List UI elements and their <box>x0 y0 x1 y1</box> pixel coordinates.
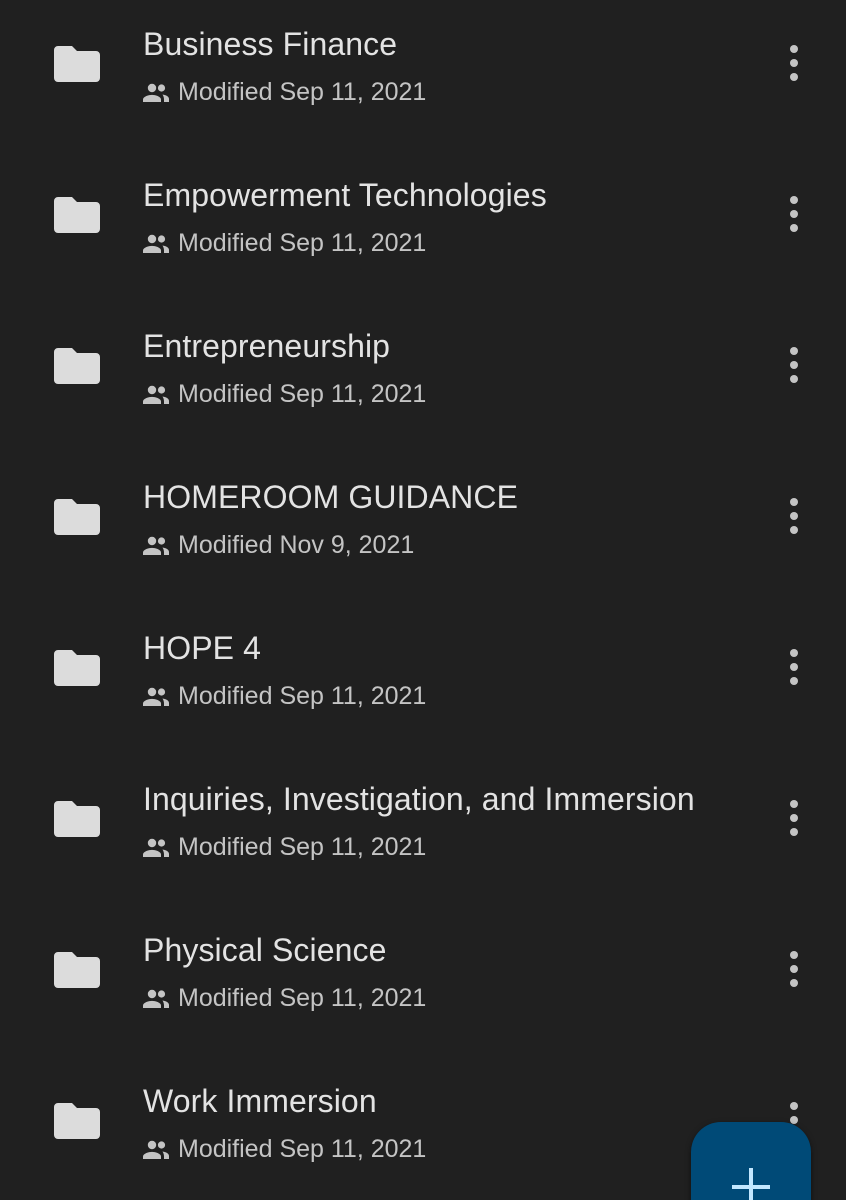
modified-text: Modified Sep 11, 2021 <box>178 682 427 710</box>
folder-title: Physical Science <box>143 932 387 968</box>
folder-icon <box>54 348 100 384</box>
more-vert-icon <box>790 649 798 685</box>
folder-row-business-finance[interactable]: Business Finance Modified Sep 11, 2021 <box>0 0 846 151</box>
folder-title: Empowerment Technologies <box>143 177 547 213</box>
folder-row-homeroom-guidance[interactable]: HOMEROOM GUIDANCE Modified Nov 9, 2021 <box>0 453 846 604</box>
folder-icon <box>54 197 100 233</box>
folder-title: HOPE 4 <box>143 630 261 666</box>
folder-modified: Modified Sep 11, 2021 <box>143 229 426 258</box>
shared-icon <box>143 989 169 1009</box>
folder-modified: Modified Sep 11, 2021 <box>143 833 426 862</box>
shared-icon <box>143 687 169 707</box>
modified-text: Modified Sep 11, 2021 <box>178 380 427 408</box>
modified-text: Modified Sep 11, 2021 <box>178 229 427 257</box>
more-vert-icon <box>790 45 798 81</box>
folder-row-empowerment-technologies[interactable]: Empowerment Technologies Modified Sep 11… <box>0 151 846 302</box>
more-vert-icon <box>790 951 798 987</box>
folder-row-entrepreneurship[interactable]: Entrepreneurship Modified Sep 11, 2021 <box>0 302 846 453</box>
folder-icon <box>54 952 100 988</box>
folder-icon <box>54 801 100 837</box>
modified-text: Modified Nov 9, 2021 <box>178 531 415 559</box>
folder-icon <box>54 1103 100 1139</box>
folder-modified: Modified Sep 11, 2021 <box>143 984 426 1013</box>
modified-text: Modified Sep 11, 2021 <box>178 1135 427 1163</box>
folder-icon <box>54 46 100 82</box>
more-options-button[interactable] <box>774 190 814 238</box>
more-vert-icon <box>790 347 798 383</box>
shared-icon <box>143 838 169 858</box>
shared-icon <box>143 1140 169 1160</box>
modified-text: Modified Sep 11, 2021 <box>178 833 427 861</box>
more-options-button[interactable] <box>774 945 814 993</box>
more-vert-icon <box>790 498 798 534</box>
shared-icon <box>143 536 169 556</box>
folder-title: HOMEROOM GUIDANCE <box>143 479 519 515</box>
more-options-button[interactable] <box>774 643 814 691</box>
folder-modified: Modified Sep 11, 2021 <box>143 1135 426 1164</box>
folder-row-hope-4[interactable]: HOPE 4 Modified Sep 11, 2021 <box>0 604 846 755</box>
modified-text: Modified Sep 11, 2021 <box>178 78 427 106</box>
shared-icon <box>143 385 169 405</box>
shared-icon <box>143 234 169 254</box>
new-item-fab-button[interactable] <box>691 1122 811 1200</box>
more-options-button[interactable] <box>774 492 814 540</box>
folder-icon <box>54 499 100 535</box>
folder-modified: Modified Sep 11, 2021 <box>143 682 426 711</box>
more-options-button[interactable] <box>774 794 814 842</box>
folder-row-inquiries-investigation-immersion[interactable]: Inquiries, Investigation, and Immersion … <box>0 755 846 906</box>
more-options-button[interactable] <box>774 39 814 87</box>
more-vert-icon <box>790 800 798 836</box>
folder-title: Inquiries, Investigation, and Immersion <box>143 781 695 817</box>
folder-title: Work Immersion <box>143 1083 377 1119</box>
folder-modified: Modified Sep 11, 2021 <box>143 78 426 107</box>
folder-icon <box>54 650 100 686</box>
more-options-button[interactable] <box>774 341 814 389</box>
folder-title: Business Finance <box>143 26 398 62</box>
folder-title: Entrepreneurship <box>143 328 391 364</box>
plus-icon <box>732 1168 770 1200</box>
modified-text: Modified Sep 11, 2021 <box>178 984 427 1012</box>
folder-modified: Modified Sep 11, 2021 <box>143 380 426 409</box>
folder-modified: Modified Nov 9, 2021 <box>143 531 414 560</box>
folder-row-physical-science[interactable]: Physical Science Modified Sep 11, 2021 <box>0 906 846 1057</box>
folder-list: Business Finance Modified Sep 11, 2021 E… <box>0 0 846 1200</box>
more-vert-icon <box>790 196 798 232</box>
shared-icon <box>143 83 169 103</box>
